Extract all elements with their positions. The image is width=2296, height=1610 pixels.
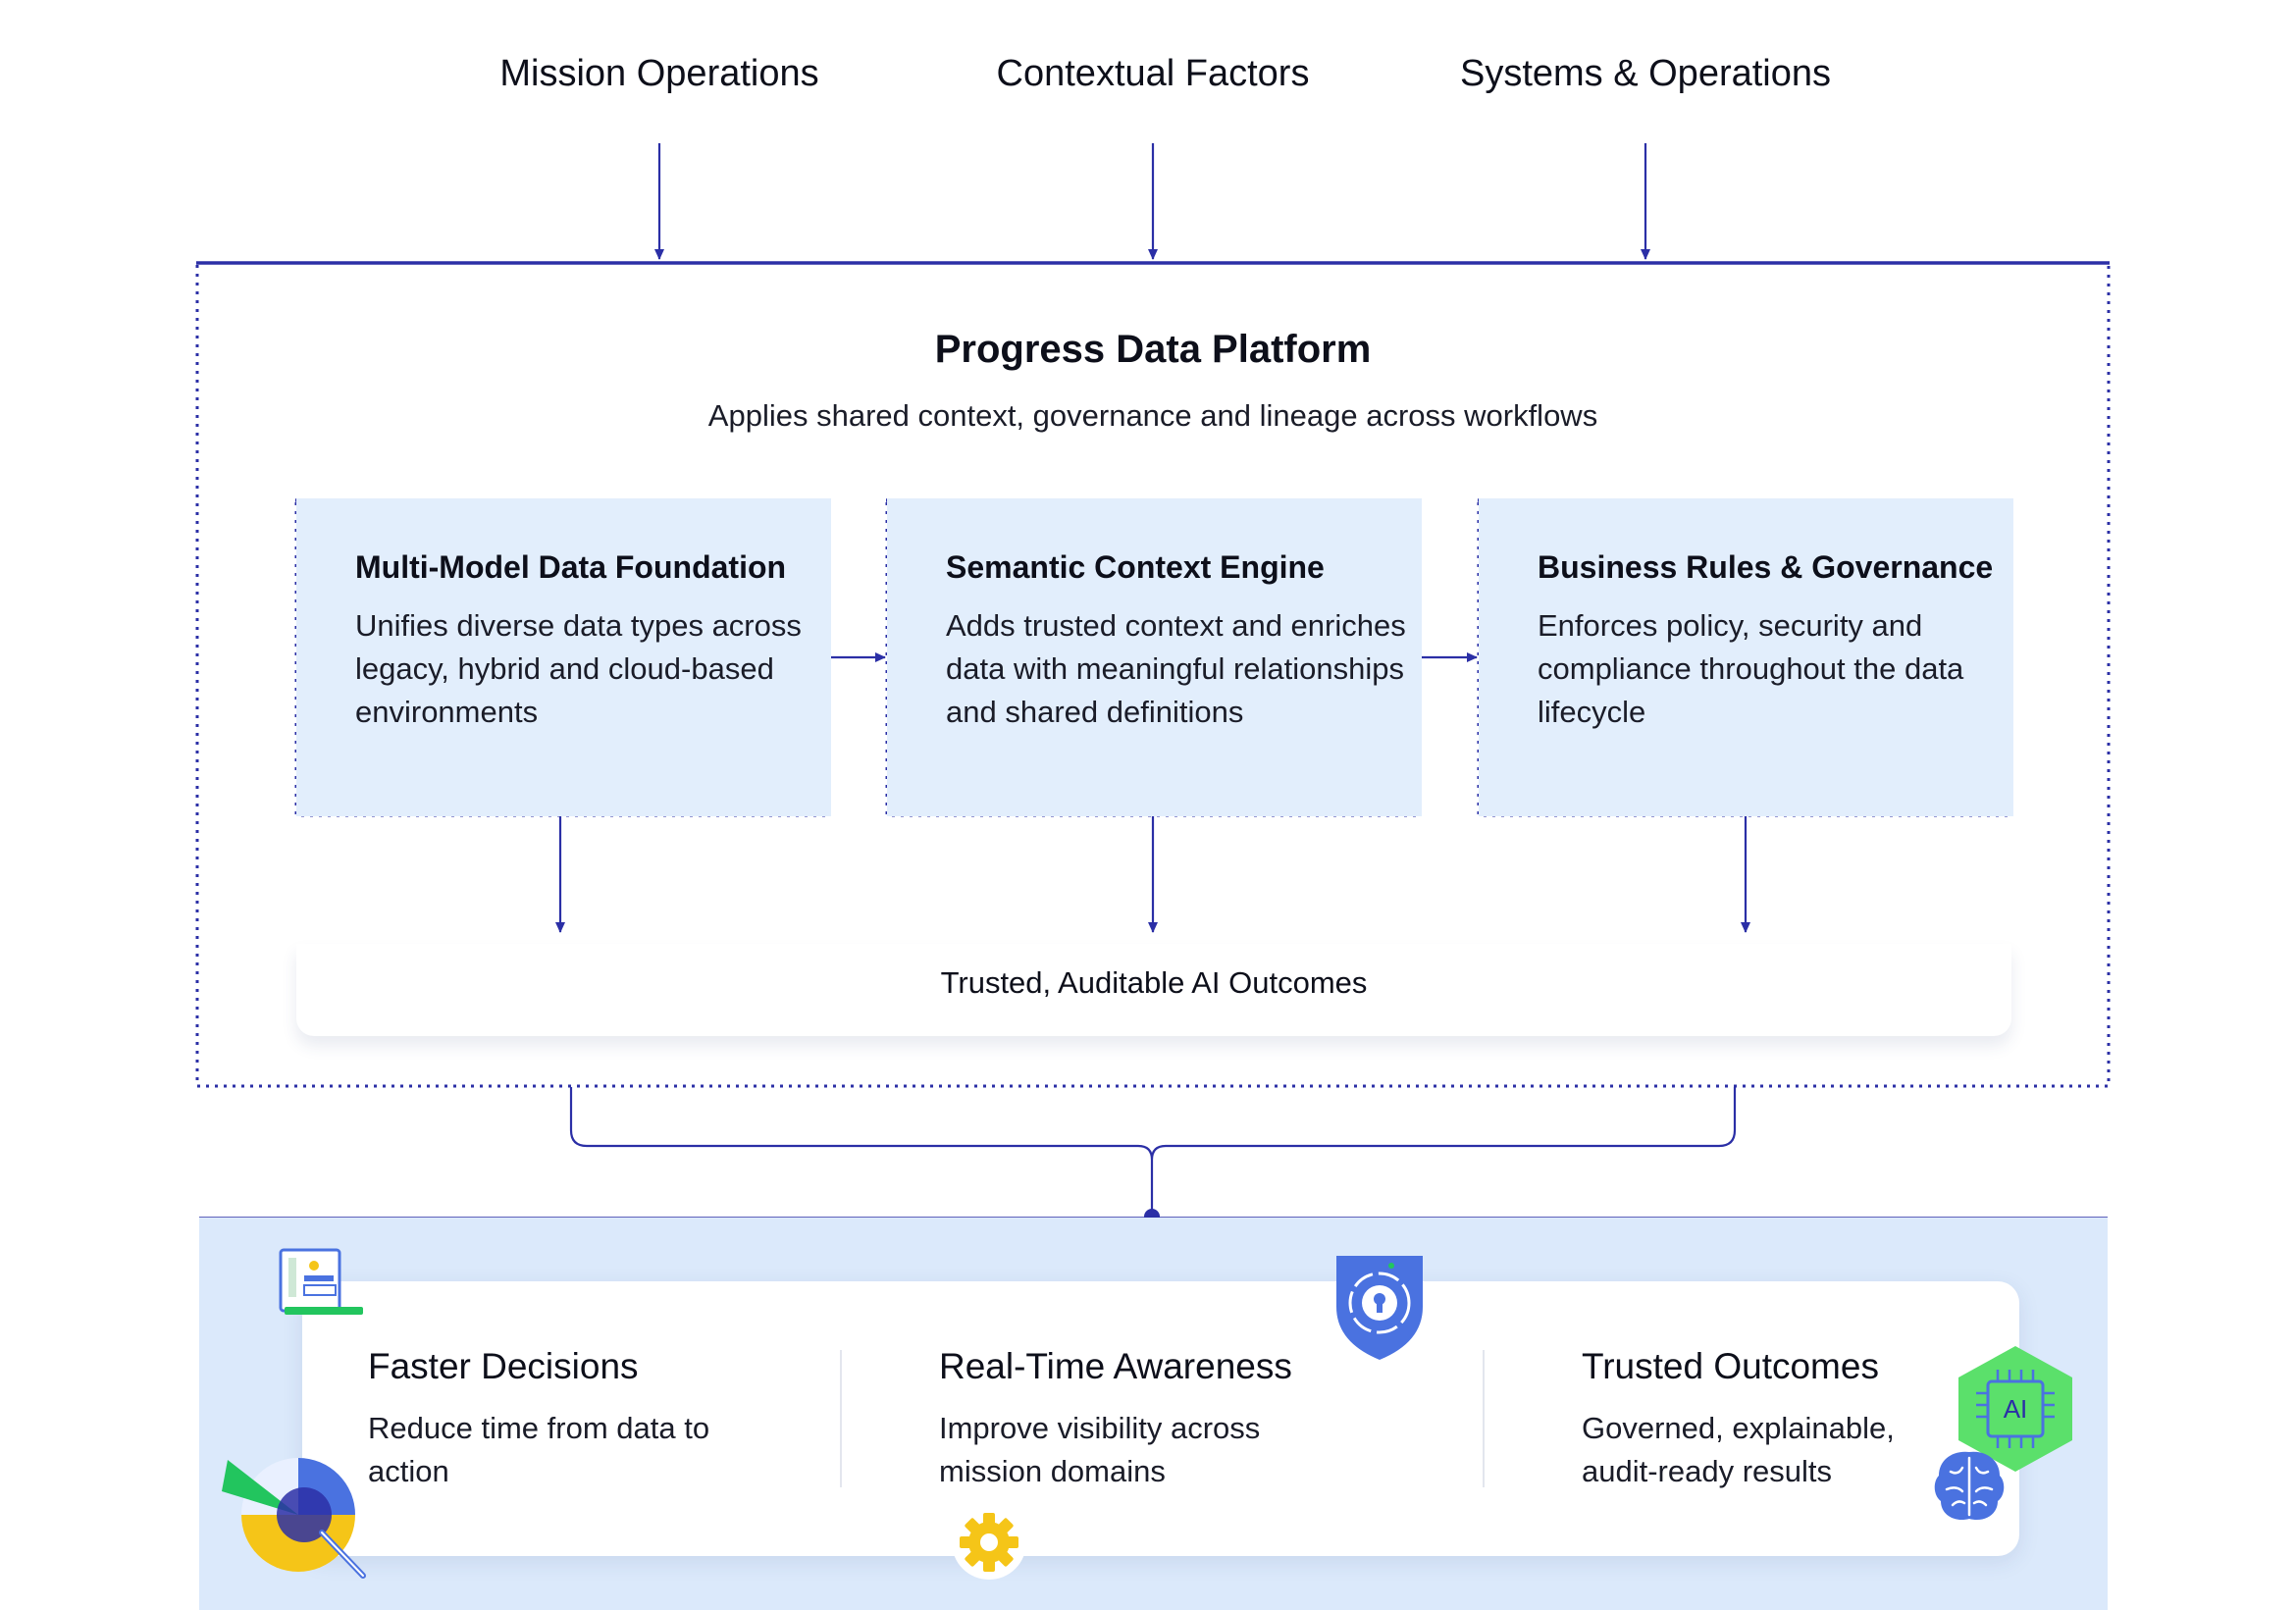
card-description: Unifies diverse data types across legacy… <box>355 608 802 729</box>
card-business-rules-governance: Business Rules & Governance Enforces pol… <box>1479 498 2013 816</box>
card-description: Enforces policy, security and compliance… <box>1538 608 1964 729</box>
lock-shield-icon <box>1336 1256 1423 1360</box>
outcome-bar: Trusted, Auditable AI Outcomes <box>296 944 2011 1036</box>
ai-chip-label: AI <box>2004 1394 2028 1424</box>
input-label-contextual-factors: Contextual Factors <box>996 53 1310 94</box>
card-title: Semantic Context Engine <box>946 549 1325 585</box>
benefit-desc-real-time-awareness: Improve visibility across mission domain… <box>939 1411 1261 1488</box>
benefit-title-trusted-outcomes: Trusted Outcomes <box>1582 1346 1879 1386</box>
benefit-divider <box>840 1350 842 1487</box>
platform-subtitle: Applies shared context, governance and l… <box>707 398 1598 433</box>
benefit-divider <box>1483 1350 1485 1487</box>
benefit-desc-trusted-outcomes: Governed, explainable, audit-ready resul… <box>1582 1411 1895 1488</box>
card-semantic-context-engine: Semantic Context Engine Adds trusted con… <box>887 498 1422 816</box>
input-label-mission-operations: Mission Operations <box>499 53 819 94</box>
pie-magnifier-icon <box>222 1458 366 1579</box>
card-title: Multi-Model Data Foundation <box>355 549 787 585</box>
card-multi-model-data-foundation: Multi-Model Data Foundation Unifies dive… <box>296 498 831 816</box>
platform-title: Progress Data Platform <box>934 328 1372 371</box>
merge-connector <box>569 1087 1737 1215</box>
profile-document-icon <box>279 1248 363 1315</box>
gear-icon <box>952 1505 1026 1580</box>
card-description: Adds trusted context and enriches data w… <box>946 608 1406 729</box>
brain-icon <box>1934 1451 2005 1521</box>
benefit-title-faster-decisions: Faster Decisions <box>368 1346 639 1386</box>
card-title: Business Rules & Governance <box>1538 549 1994 585</box>
benefit-title-real-time-awareness: Real-Time Awareness <box>939 1346 1292 1386</box>
input-label-systems-operations: Systems & Operations <box>1459 53 1832 94</box>
benefit-desc-faster-decisions: Reduce time from data to action <box>368 1411 710 1488</box>
